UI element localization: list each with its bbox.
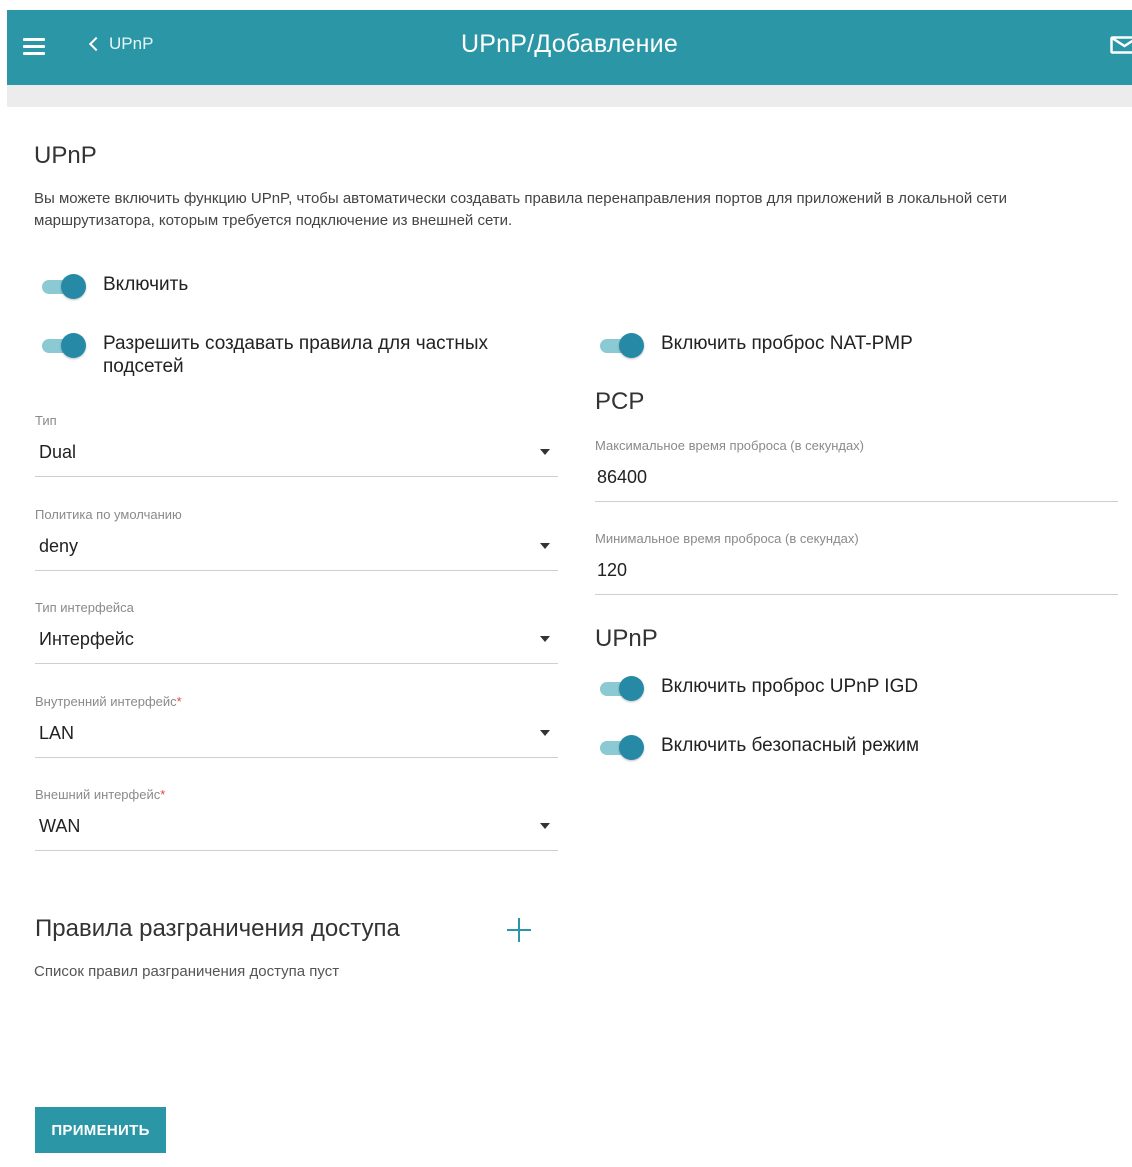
nat-pmp-row: Включить проброс NAT-PMP bbox=[598, 332, 913, 358]
external-interface-value: WAN bbox=[39, 816, 81, 836]
mail-icon[interactable] bbox=[1110, 36, 1132, 54]
required-mark: * bbox=[160, 787, 166, 802]
secure-mode-toggle[interactable] bbox=[598, 735, 644, 760]
nat-pmp-toggle[interactable] bbox=[598, 333, 644, 358]
max-time-input-wrap bbox=[595, 464, 1118, 502]
default-policy-field: Политика по умолчанию deny bbox=[35, 507, 558, 571]
max-time-label: Максимальное время проброса (в секундах) bbox=[595, 438, 865, 453]
enable-row: Включить bbox=[40, 273, 189, 299]
max-time-field: Максимальное время проброса (в секундах) bbox=[595, 438, 1118, 502]
required-mark: * bbox=[176, 694, 182, 709]
default-policy-select[interactable]: deny bbox=[35, 533, 558, 571]
section-title-pcp: PCP bbox=[595, 388, 645, 415]
enable-toggle[interactable] bbox=[40, 274, 86, 299]
default-policy-value: deny bbox=[39, 536, 79, 556]
external-interface-field: Внешний интерфейс* WAN bbox=[35, 787, 558, 851]
section-title-upnp-right: UPnP bbox=[595, 625, 658, 652]
dropdown-arrow-icon bbox=[540, 636, 550, 642]
default-policy-label: Политика по умолчанию bbox=[35, 507, 182, 522]
section-title-upnp: UPnP bbox=[34, 142, 97, 169]
dropdown-arrow-icon bbox=[540, 823, 550, 829]
enable-label: Включить bbox=[103, 274, 189, 295]
section-title-access-rules: Правила разграничения доступа bbox=[35, 915, 400, 942]
min-time-label: Минимальное время проброса (в секундах) bbox=[595, 531, 859, 546]
upnp-igd-toggle[interactable] bbox=[598, 676, 644, 701]
apply-button[interactable]: ПРИМЕНИТЬ bbox=[35, 1107, 166, 1153]
nat-pmp-label: Включить проброс NAT-PMP bbox=[661, 333, 913, 354]
private-subnets-row: Разрешить создавать правила для частных … bbox=[40, 332, 550, 378]
dropdown-arrow-icon bbox=[540, 449, 550, 455]
max-time-input[interactable] bbox=[595, 464, 1118, 490]
type-select[interactable]: Dual bbox=[35, 439, 558, 477]
external-interface-label: Внешний интерфейс* bbox=[35, 787, 166, 802]
private-subnets-label: Разрешить создавать правила для частных … bbox=[103, 333, 489, 377]
internal-interface-select[interactable]: LAN bbox=[35, 720, 558, 758]
secure-mode-label: Включить безопасный режим bbox=[661, 735, 920, 756]
internal-interface-value: LAN bbox=[39, 723, 75, 743]
min-time-field: Минимальное время проброса (в секундах) bbox=[595, 531, 1118, 595]
type-label: Тип bbox=[35, 413, 57, 428]
secure-mode-row: Включить безопасный режим bbox=[598, 734, 920, 760]
upnp-igd-label: Включить проброс UPnP IGD bbox=[661, 676, 919, 697]
dropdown-arrow-icon bbox=[540, 730, 550, 736]
dropdown-arrow-icon bbox=[540, 543, 550, 549]
interface-type-value: Интерфейс bbox=[39, 629, 134, 649]
upnp-igd-row: Включить проброс UPnP IGD bbox=[598, 675, 919, 701]
min-time-input-wrap bbox=[595, 557, 1118, 595]
type-field: Тип Dual bbox=[35, 413, 558, 477]
interface-type-select[interactable]: Интерфейс bbox=[35, 626, 558, 664]
add-rule-button[interactable] bbox=[505, 916, 533, 944]
external-interface-select[interactable]: WAN bbox=[35, 813, 558, 851]
internal-interface-field: Внутренний интерфейс* LAN bbox=[35, 694, 558, 758]
min-time-input[interactable] bbox=[595, 557, 1118, 583]
interface-type-label: Тип интерфейса bbox=[35, 600, 134, 615]
access-rules-empty-text: Список правил разграничения доступа пуст bbox=[34, 963, 340, 980]
section-description: Вы можете включить функцию UPnP, чтобы а… bbox=[34, 190, 1007, 229]
interface-type-field: Тип интерфейса Интерфейс bbox=[35, 600, 558, 664]
internal-interface-label: Внутренний интерфейс* bbox=[35, 694, 182, 709]
type-value: Dual bbox=[39, 442, 77, 462]
page-title: UPnP/Добавление bbox=[461, 30, 678, 58]
top-bar: UPnP UPnP/Добавление bbox=[7, 10, 1132, 85]
header-shadow-bar bbox=[7, 85, 1132, 107]
private-subnets-toggle[interactable] bbox=[40, 333, 86, 358]
